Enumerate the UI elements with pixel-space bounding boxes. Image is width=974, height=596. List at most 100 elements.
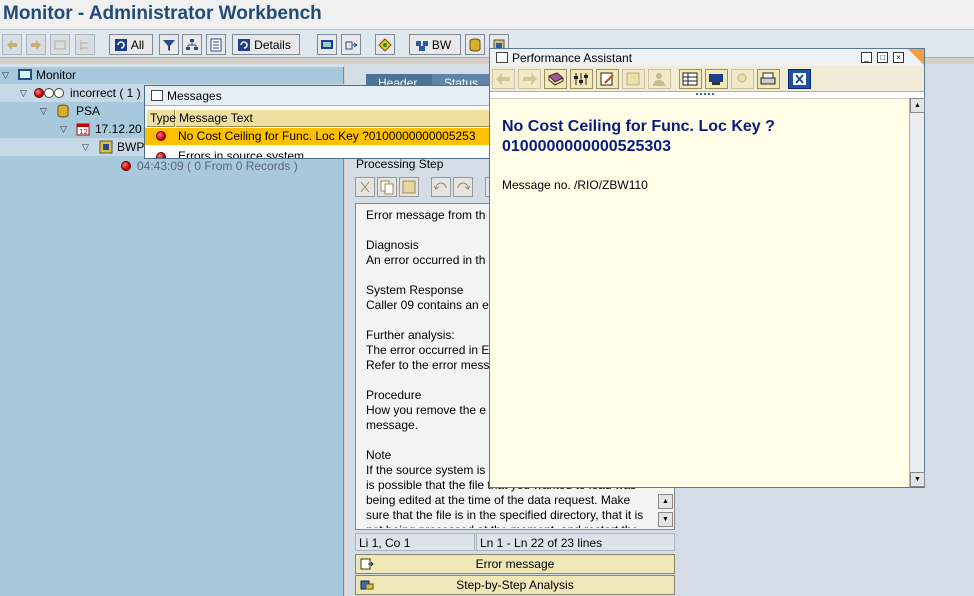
user-icon: [653, 73, 665, 86]
arrow-right-icon: [523, 73, 537, 85]
details-button[interactable]: Details: [232, 34, 300, 55]
arrow-right-icon: [31, 39, 41, 50]
line-count: Ln 1 - Ln 22 of 23 lines: [476, 533, 675, 551]
database-button[interactable]: [465, 34, 485, 55]
window-icon: [496, 52, 508, 63]
scissors-icon: [360, 181, 370, 193]
scroll-down-icon[interactable]: ▼: [658, 512, 673, 527]
copy-icon: [380, 180, 394, 195]
tree-node-psa[interactable]: ▽ PSA: [40, 102, 100, 120]
message-heading: No Cost Ceiling for Func. Loc Key ? 0100…: [502, 118, 775, 155]
database-icon: [469, 38, 481, 52]
calendar-icon: 12: [76, 123, 90, 136]
filter-icon: [163, 39, 175, 51]
table-icon: [682, 72, 698, 86]
expand-triangle-icon[interactable]: ▽: [20, 88, 32, 99]
step-analysis-icon: [360, 580, 374, 590]
message-row-selected[interactable]: No Cost Ceiling for Func. Loc Key ?01000…: [145, 128, 493, 145]
red-status-light-icon: [34, 88, 44, 98]
tree-node-time-entry[interactable]: 04:43:09 ( 0 From 0 Records ): [121, 157, 298, 175]
status-light-off-icon: [44, 88, 54, 98]
red-status-light-icon: [156, 131, 166, 141]
error-message-button[interactable]: Error message: [355, 554, 675, 574]
forward-button[interactable]: [518, 69, 541, 89]
back-button[interactable]: [492, 69, 515, 89]
step-analysis-button[interactable]: Step-by-Step Analysis: [355, 575, 675, 595]
performance-assistant-toolbar: [490, 66, 924, 92]
tree-structure-button[interactable]: [182, 34, 202, 55]
paste-button[interactable]: [399, 177, 419, 197]
red-status-light-icon: [121, 161, 131, 171]
copy-button[interactable]: [377, 177, 397, 197]
hierarchy-icon: [80, 39, 88, 50]
messages-popup-titlebar[interactable]: Messages: [145, 86, 493, 106]
all-button[interactable]: All: [109, 34, 153, 55]
performance-assistant-titlebar[interactable]: Performance Assistant _ □ ×: [490, 49, 924, 66]
hierarchy-button[interactable]: [75, 34, 95, 55]
user-button[interactable]: [648, 69, 671, 89]
expand-triangle-icon[interactable]: ▽: [60, 124, 72, 135]
diamond-icon: [378, 37, 392, 52]
message-row[interactable]: Errors in source system: [145, 146, 493, 158]
minimize-icon[interactable]: _: [861, 52, 872, 63]
filter-button[interactable]: [159, 34, 179, 55]
window-icon: [151, 90, 163, 101]
monitor-button[interactable]: [317, 34, 337, 55]
close-icon: [793, 73, 806, 85]
redo-button[interactable]: [453, 177, 473, 197]
tree-node-date[interactable]: ▽ 12 17.12.20: [60, 120, 142, 138]
export-icon: [345, 41, 358, 49]
scroll-down-icon[interactable]: ▼: [910, 472, 925, 487]
transport-button[interactable]: [375, 34, 395, 55]
bw-button[interactable]: BW: [409, 34, 461, 55]
settings-button[interactable]: [570, 69, 593, 89]
expand-triangle-icon[interactable]: ▽: [40, 106, 52, 117]
request-icon: [99, 140, 113, 154]
close-assistant-button[interactable]: [788, 69, 811, 89]
scroll-up-icon[interactable]: ▲: [658, 494, 673, 509]
print-button[interactable]: [757, 69, 780, 89]
column-header-message-text[interactable]: Message Text: [176, 110, 493, 127]
long-text-line: sure that the file is in the specified d…: [366, 508, 644, 522]
resize-grip-icon[interactable]: [696, 93, 714, 96]
close-icon[interactable]: ×: [893, 52, 904, 63]
pencil-icon: [600, 72, 614, 86]
processing-step-label: Processing Step: [356, 157, 444, 171]
status-light-off-icon: [54, 88, 64, 98]
tree-structure-icon: [186, 38, 198, 50]
message-number: Message no. /RIO/ZBW110: [502, 178, 648, 192]
long-text-line: being edited at the time of the data req…: [366, 493, 631, 507]
tree-node-monitor[interactable]: ▽ Monitor: [2, 66, 76, 84]
window-title: Monitor - Administrator Workbench: [3, 3, 322, 24]
back-button[interactable]: [2, 34, 22, 55]
long-text-line: not being processed at the moment, and r…: [366, 523, 656, 528]
sliders-icon: [574, 73, 588, 85]
performance-assistant-content: No Cost Ceiling for Func. Loc Key ? 0100…: [490, 98, 909, 487]
edit-button[interactable]: [596, 69, 619, 89]
technical-info-book-button[interactable]: [544, 69, 567, 89]
screen-button[interactable]: [705, 69, 728, 89]
expand-triangle-icon[interactable]: ▽: [82, 142, 94, 153]
lightbulb-icon: [737, 73, 747, 83]
undo-button[interactable]: [431, 177, 451, 197]
cut-button[interactable]: [355, 177, 375, 197]
table-button[interactable]: [679, 69, 702, 89]
refresh-icon: [238, 38, 251, 51]
collapse-button[interactable]: [50, 34, 70, 55]
forward-button[interactable]: [26, 34, 46, 55]
book-icon: [548, 72, 564, 86]
expand-triangle-icon[interactable]: ▽: [2, 70, 14, 81]
frame-icon: [54, 40, 66, 49]
list-icon: [210, 38, 222, 51]
scroll-up-icon[interactable]: ▲: [910, 98, 925, 113]
export-button[interactable]: [341, 34, 361, 55]
performance-assistant-scrollbar[interactable]: ▲ ▼: [909, 98, 925, 487]
maximize-icon[interactable]: □: [877, 52, 888, 63]
monitor-icon: [321, 39, 333, 49]
lightbulb-button[interactable]: [731, 69, 754, 89]
long-text-scrollbar[interactable]: ▲ ▼: [658, 494, 673, 528]
sticky-note-button[interactable]: [622, 69, 645, 89]
error-message-icon: [360, 558, 374, 570]
list-button[interactable]: [206, 34, 226, 55]
column-header-type[interactable]: Type: [147, 110, 176, 127]
